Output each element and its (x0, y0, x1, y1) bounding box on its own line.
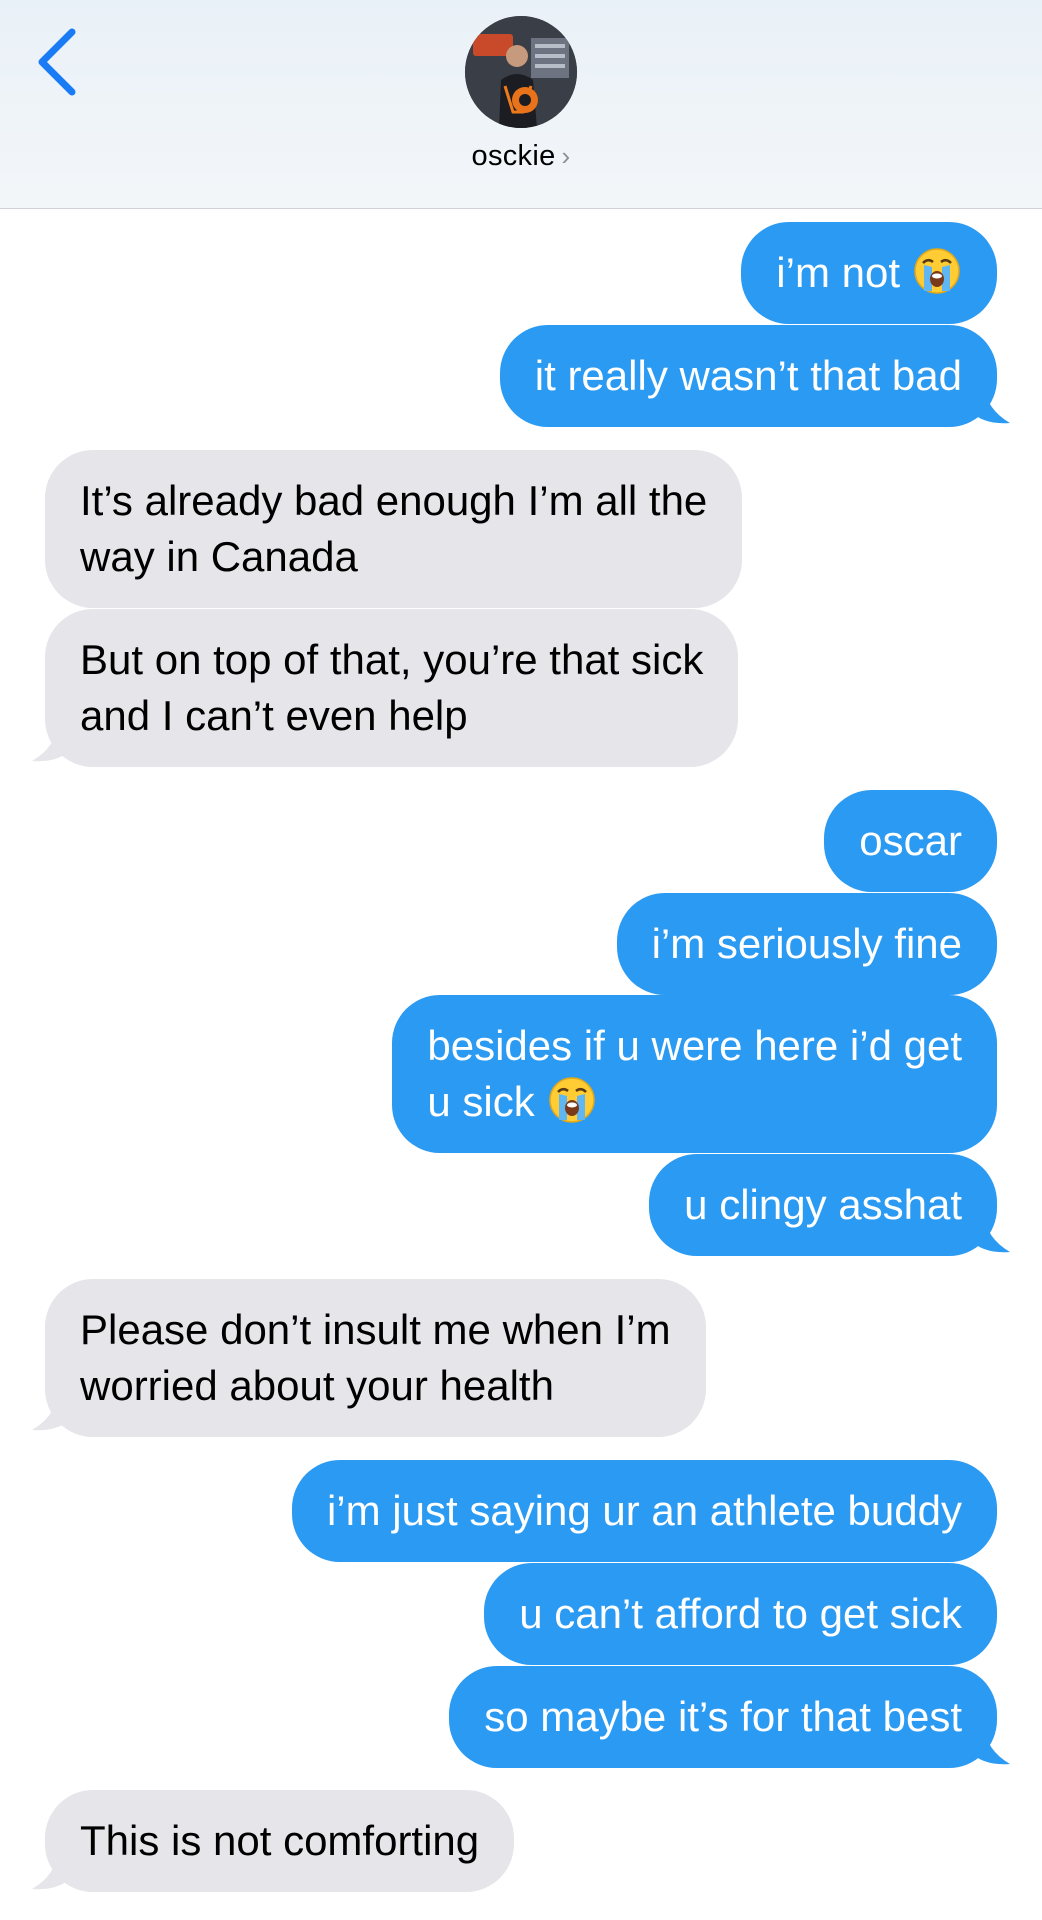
contact-avatar[interactable] (465, 16, 577, 128)
received-message[interactable]: This is not comforting (45, 1790, 515, 1892)
sent-bubble-tail (970, 1214, 1010, 1254)
received-bubble-tail (32, 723, 72, 763)
message-text-line: besides if u were here i’d get (427, 1022, 962, 1069)
chevron-right-icon: › (561, 141, 571, 171)
message-text-line: It’s already bad enough I’m all the (80, 477, 708, 524)
loudly-crying-face-icon (912, 245, 962, 295)
contact-name: osckie (471, 140, 556, 172)
back-button[interactable] (28, 24, 88, 100)
received-message[interactable]: But on top of that, you’re that sick and… (45, 609, 739, 767)
message-text: oscar (859, 817, 962, 864)
loudly-crying-face-icon (547, 1074, 597, 1124)
chevron-left-icon (38, 28, 76, 96)
sent-message[interactable]: besides if u were here i’d get u sick (392, 995, 997, 1153)
sent-bubble-tail (970, 1726, 1010, 1766)
message-text-line: worried about your health (80, 1362, 554, 1409)
conversation-header: osckie › (0, 0, 1042, 209)
sent-message[interactable]: i’m just saying ur an athlete buddy (291, 1460, 997, 1562)
received-bubble-tail (32, 1392, 72, 1432)
message-text-line: Please don’t insult me when I’m (80, 1306, 671, 1353)
avatar-photo (465, 16, 577, 128)
sent-message[interactable]: oscar (824, 790, 997, 892)
message-text: u can’t afford to get sick (519, 1590, 962, 1637)
sent-message[interactable]: i’m seriously fine (616, 893, 997, 995)
sent-message[interactable]: it really wasn’t that bad (499, 325, 997, 427)
message-text-line: and I can’t even help (80, 692, 468, 739)
sent-message[interactable]: so maybe it’s for that best (449, 1666, 997, 1768)
message-text: i’m seriously fine (651, 920, 962, 967)
message-text: so maybe it’s for that best (484, 1693, 962, 1740)
received-message[interactable]: It’s already bad enough I’m all the way … (45, 450, 743, 608)
message-text-line: u sick (427, 1078, 535, 1125)
message-text-line: But on top of that, you’re that sick (80, 636, 704, 683)
sent-bubble-tail (970, 385, 1010, 425)
message-text: i’m not (776, 249, 900, 296)
contact-name-button[interactable]: osckie › (0, 140, 1042, 173)
message-text-line: way in Canada (80, 533, 358, 580)
message-text: it really wasn’t that bad (534, 352, 962, 399)
received-message[interactable]: Please don’t insult me when I’m worried … (45, 1279, 706, 1437)
sent-message[interactable]: i’m not (741, 222, 997, 324)
sent-message[interactable]: u can’t afford to get sick (484, 1563, 997, 1665)
message-text: u clingy asshat (684, 1181, 962, 1228)
received-bubble-tail (32, 1851, 72, 1891)
message-text: This is not comforting (80, 1817, 480, 1864)
message-text: i’m just saying ur an athlete buddy (326, 1487, 962, 1534)
sent-message[interactable]: u clingy asshat (649, 1154, 997, 1256)
